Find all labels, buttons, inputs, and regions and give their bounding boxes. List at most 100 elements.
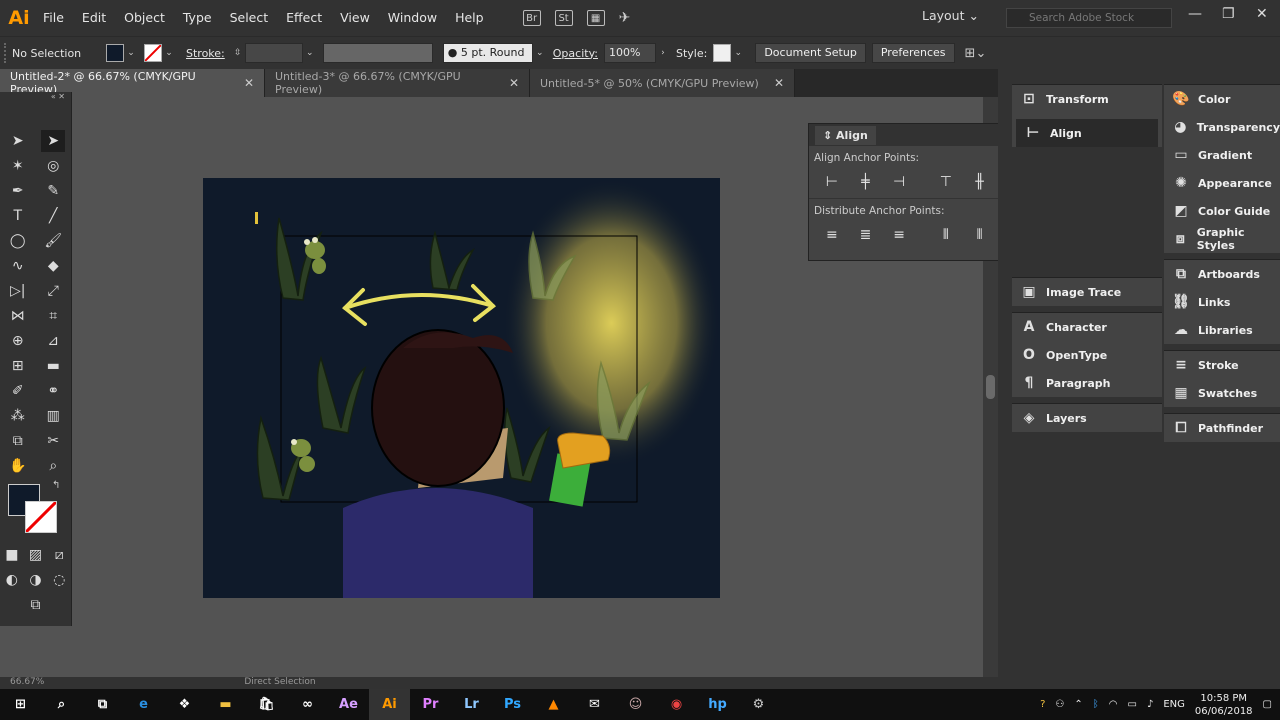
infinity-icon[interactable]: ∞ (287, 689, 328, 720)
chevron-right-icon[interactable]: › (656, 48, 670, 58)
stepper-icon[interactable]: ⇳ (231, 48, 245, 58)
workspace-switcher[interactable]: Layout ⌄ (922, 8, 979, 23)
panel-align[interactable]: ⊢ Align (1016, 119, 1158, 147)
search-icon[interactable]: ⌕ (41, 689, 82, 720)
fill-stroke-widget[interactable]: ↰ (8, 480, 71, 534)
panel-libraries[interactable]: ☁ Libraries (1164, 316, 1280, 344)
panel-character[interactable]: A Character (1012, 313, 1162, 341)
paintbrush-icon[interactable]: 🖌 (41, 230, 65, 252)
opacity-field[interactable]: 100% (603, 43, 656, 63)
illustrator-icon[interactable]: Ai (369, 689, 410, 720)
dist-bottom-icon[interactable]: ≡ (882, 223, 916, 247)
preferences-button[interactable]: Preferences (871, 43, 955, 63)
photo-icon[interactable]: ☺ (615, 689, 656, 720)
draw-inside-icon[interactable]: ◌ (47, 569, 71, 591)
column-graph-icon[interactable]: ▥ (41, 405, 65, 427)
panel-swatches[interactable]: ▦ Swatches (1164, 379, 1280, 407)
store-icon[interactable]: 🛍 (246, 689, 287, 720)
curvature-tool-icon[interactable]: ✎ (41, 180, 65, 202)
dist-vcenter-icon[interactable]: ≣ (849, 223, 883, 247)
start-icon[interactable]: ⊞ (0, 689, 41, 720)
panel-links[interactable]: ⛓ Links (1164, 288, 1280, 316)
bluetooth-icon[interactable]: ᛒ (1093, 699, 1099, 710)
graphic-style-swatch[interactable] (713, 44, 732, 62)
magic-wand-icon[interactable]: ✶ (6, 155, 30, 177)
lightroom-icon[interactable]: Lr (451, 689, 492, 720)
align-right-icon[interactable]: ⊣ (882, 170, 916, 194)
variable-width-profile[interactable] (322, 43, 433, 63)
color-mode-icon[interactable]: ■ (0, 544, 24, 566)
help-icon[interactable]: ? (1040, 699, 1045, 710)
lasso-icon[interactable]: ◎ (41, 155, 65, 177)
none-mode-icon[interactable]: ⧄ (47, 544, 71, 566)
battery-icon[interactable]: ▭ (1128, 699, 1137, 710)
dist-left-icon[interactable]: ⦀ (929, 223, 963, 247)
panel-transform[interactable]: ⊡ Transform (1012, 85, 1162, 113)
chrome-icon[interactable]: ◉ (656, 689, 697, 720)
panel-graphic-styles[interactable]: ⧈ Graphic Styles (1164, 225, 1280, 253)
selection-tool-icon[interactable]: ➤ (6, 130, 30, 152)
stock-icon[interactable]: St (554, 10, 573, 26)
premiere-icon[interactable]: Pr (410, 689, 451, 720)
arrange-docs-icon[interactable]: ▦ (586, 10, 605, 26)
volume-icon[interactable]: ♪ (1147, 699, 1153, 710)
align-left-icon[interactable]: ⊢ (815, 170, 849, 194)
panel-opentype[interactable]: O OpenType (1012, 341, 1162, 369)
panel-color-guide[interactable]: ◩ Color Guide (1164, 197, 1280, 225)
menu-window[interactable]: Window (379, 0, 446, 36)
symbol-sprayer-icon[interactable]: ⁂ (6, 405, 30, 427)
gradient-tool-icon[interactable]: ▬ (41, 355, 65, 377)
hand-tool-icon[interactable]: ✋ (6, 455, 30, 477)
align-top-icon[interactable]: ⊤ (929, 170, 963, 194)
stroke-swatch[interactable] (144, 44, 162, 62)
tab-untitled-3[interactable]: Untitled-3* @ 66.67% (CMYK/GPU Preview) ✕ (265, 69, 530, 97)
panel-pathfinder[interactable]: ⧠ Pathfinder (1164, 414, 1280, 442)
rotate-tool-icon[interactable]: ▷| (6, 280, 30, 302)
maximize-icon[interactable]: ❐ (1222, 6, 1235, 22)
dropbox-icon[interactable]: ❖ (164, 689, 205, 720)
menu-help[interactable]: Help (446, 0, 493, 36)
menu-object[interactable]: Object (115, 0, 174, 36)
panel-stroke[interactable]: ≡ Stroke (1164, 351, 1280, 379)
bridge-icon[interactable]: Br (522, 10, 541, 26)
gpu-performance-icon[interactable]: ✈ (619, 10, 631, 26)
wifi-icon[interactable]: ◠ (1109, 699, 1118, 710)
shaper-tool-icon[interactable]: ∿ (6, 255, 30, 277)
fill-swatch[interactable] (106, 44, 124, 62)
swap-icon[interactable]: ↰ (52, 480, 60, 491)
type-tool-icon[interactable]: T (6, 205, 30, 227)
photoshop-icon[interactable]: Ps (492, 689, 533, 720)
shape-builder-icon[interactable]: ⊕ (6, 330, 30, 352)
direct-selection-tool-icon[interactable]: ➤ (41, 129, 66, 152)
document-setup-button[interactable]: Document Setup (755, 43, 866, 63)
artboard-tool-icon[interactable]: ⧉ (6, 430, 30, 452)
opacity-label[interactable]: Opacity: (553, 47, 598, 60)
menu-select[interactable]: Select (221, 0, 278, 36)
clock[interactable]: 10:58 PM 06/06/2018 (1195, 692, 1253, 718)
chevron-down-icon[interactable]: ⌄ (162, 48, 176, 58)
gradient-mode-icon[interactable]: ▨ (24, 544, 48, 566)
menu-type[interactable]: Type (174, 0, 221, 36)
panel-gradient[interactable]: ▭ Gradient (1164, 141, 1280, 169)
notifications-icon[interactable]: ▢ (1263, 699, 1272, 710)
minimize-icon[interactable]: — (1188, 6, 1202, 22)
panel-artboards[interactable]: ⧉ Artboards (1164, 260, 1280, 288)
dist-top-icon[interactable]: ≡ (815, 223, 849, 247)
eyedropper-icon[interactable]: ✐ (6, 380, 30, 402)
menu-edit[interactable]: Edit (73, 0, 115, 36)
tab-untitled-5[interactable]: Untitled-5* @ 50% (CMYK/GPU Preview) ✕ (530, 69, 795, 97)
close-icon[interactable]: ✕ (244, 76, 254, 90)
panel-layers[interactable]: ◈ Layers (1012, 404, 1162, 432)
pen-tool-icon[interactable]: ✒ (6, 180, 30, 202)
hp-icon[interactable]: hp (697, 689, 738, 720)
align-tab[interactable]: ⇕ Align (815, 125, 876, 145)
free-transform-icon[interactable]: ⌗ (41, 305, 65, 327)
panel-transparency[interactable]: ◕ Transparency (1164, 113, 1280, 141)
chevron-down-icon[interactable]: ⌄ (124, 48, 138, 58)
collapse-icon[interactable]: « ✕ (0, 92, 71, 104)
artboard[interactable] (203, 178, 720, 598)
zoom-tool-icon[interactable]: ⌕ (41, 455, 65, 477)
menu-view[interactable]: View (331, 0, 379, 36)
close-icon[interactable]: ✕ (509, 76, 519, 90)
mail-icon[interactable]: ✉ (574, 689, 615, 720)
